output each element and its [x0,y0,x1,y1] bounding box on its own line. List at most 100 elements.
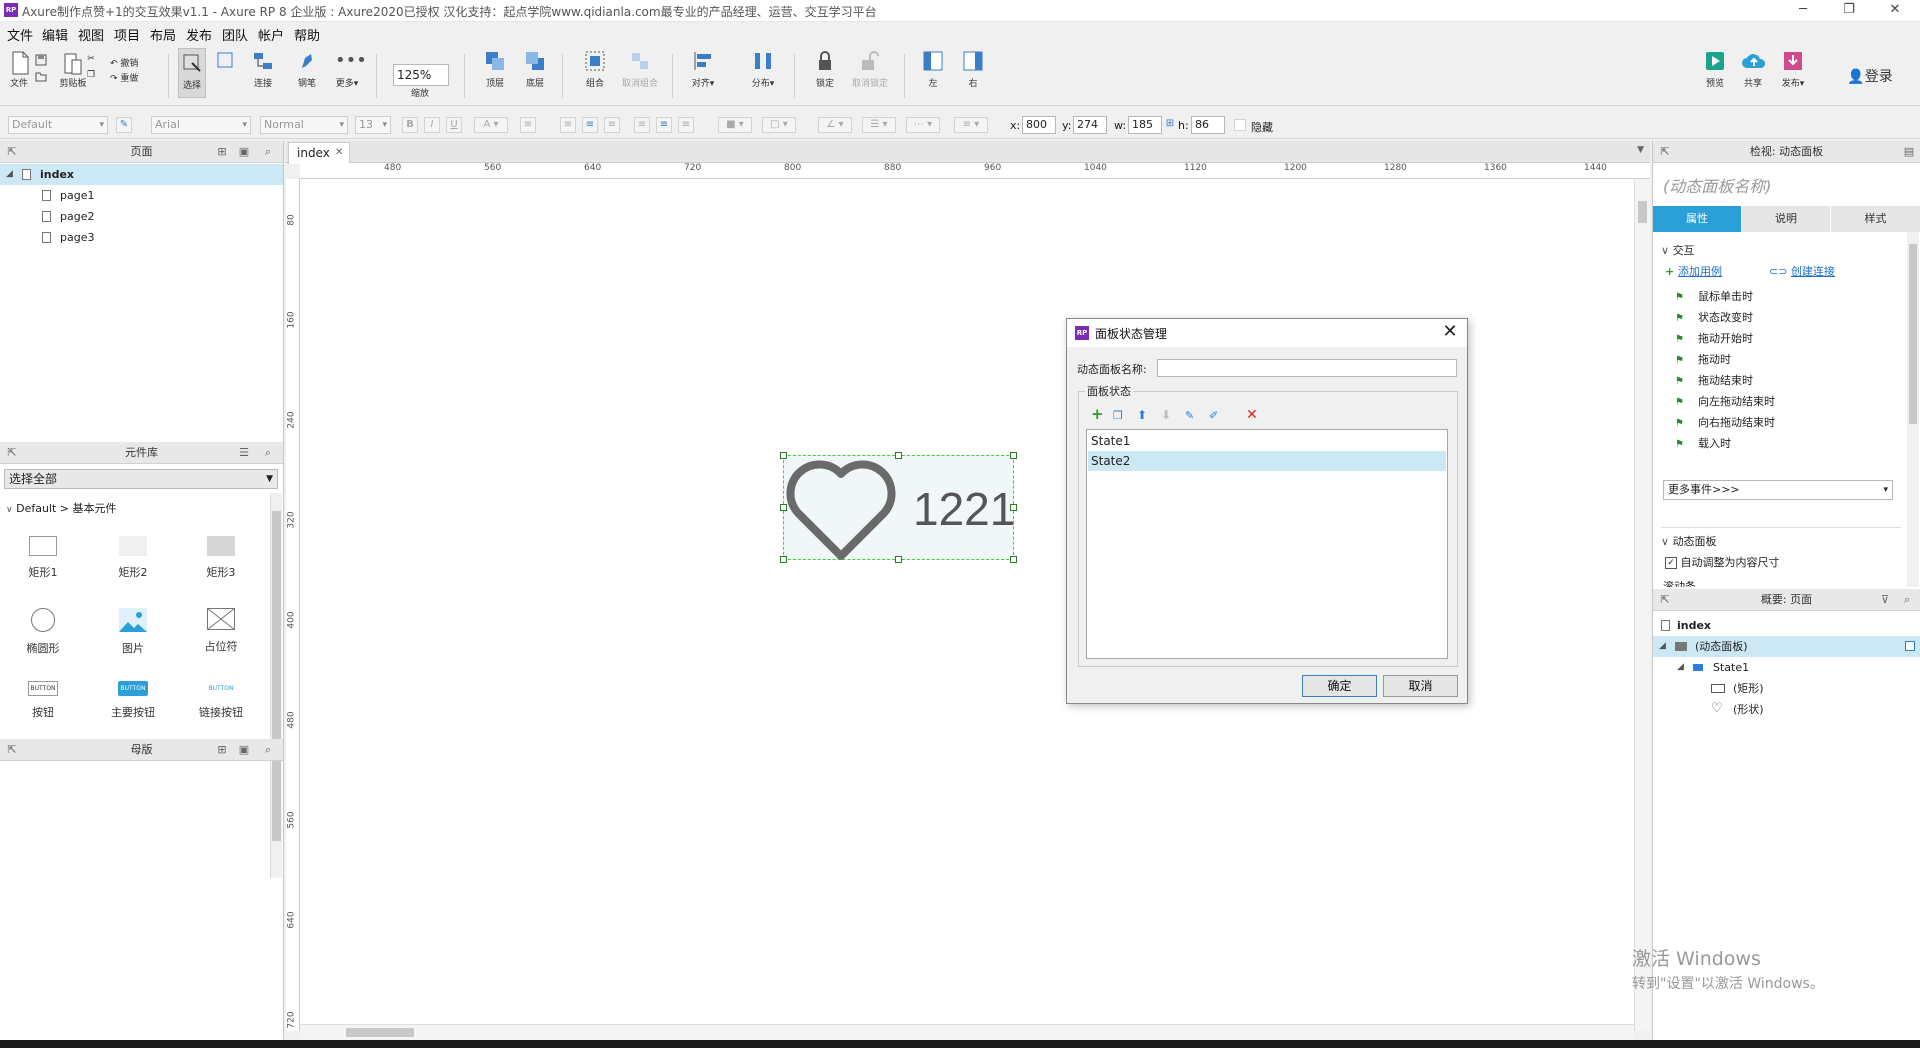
like-dynamic-panel[interactable]: 1221 [780,452,1017,563]
hidden-checkbox[interactable] [1234,119,1246,131]
close-tab-icon[interactable]: ✕ [335,143,343,163]
widget-primary-button[interactable]: BUTTON 主要按钮 [93,681,173,720]
publish-button[interactable]: 发布▾ [1778,50,1808,89]
aspect-lock-icon[interactable]: ⊞ [1164,117,1176,133]
login-button[interactable]: 👤登录 [1840,66,1900,86]
widget-rect1[interactable]: 矩形1 [3,536,83,580]
menu-edit[interactable]: 编辑 [42,25,68,44]
style-edit-icon[interactable]: ✎ [116,117,132,133]
search-icon[interactable]: ⌕ [1901,594,1913,606]
resize-handle[interactable] [1010,452,1017,459]
notes-icon[interactable]: ▤ [1903,146,1915,158]
widget-link-button[interactable]: BUTTON 链接按钮 [181,681,261,720]
undo-button[interactable]: ↶ 撤销 [110,56,150,69]
canvas-vertical-scrollbar[interactable] [1634,179,1650,1031]
add-case-link[interactable]: + 添加用例 [1665,263,1722,279]
select-button[interactable]: 选择 [178,48,206,98]
search-icon[interactable]: ⌕ [262,146,274,158]
panel-name-field[interactable]: (动态面板名称) [1663,173,1772,197]
send-to-back-button[interactable]: 底层 [520,50,550,89]
expand-arrow-icon[interactable]: ◢ [6,164,13,185]
valign-middle-icon[interactable]: ≡ [656,117,672,133]
outline-state1[interactable]: ◢ State1 [1653,657,1920,678]
search-icon[interactable]: ⌕ [262,447,274,459]
event-onload[interactable]: ⚑ 载入时 [1675,435,1731,451]
valign-bottom-icon[interactable]: ≡ [678,117,694,133]
state-item-state1[interactable]: State1 [1088,431,1446,451]
more-events-select[interactable]: 更多事件>>> ▾ [1663,480,1893,500]
bullet-list-icon[interactable]: ≡ [520,117,536,133]
lock-button[interactable]: 锁定 [810,50,840,89]
scroll-thumb[interactable] [1909,244,1917,424]
collapse-icon[interactable]: ⇱ [6,146,18,158]
resize-handle[interactable] [895,556,902,563]
page-item-index[interactable]: ◢ index [0,164,283,185]
minimize-icon[interactable]: ─ [1780,0,1826,22]
resize-handle[interactable] [895,452,902,459]
resize-handle[interactable] [780,504,787,511]
y-input[interactable]: 274 [1073,116,1107,134]
inspector-scrollbar[interactable] [1907,232,1919,587]
resize-handle[interactable] [1010,504,1017,511]
font-size-select[interactable]: 13 [355,116,391,134]
zoom-select[interactable]: 125% [393,64,449,86]
tab-index[interactable]: index ✕ [288,142,350,164]
canvas-horizontal-scrollbar[interactable] [300,1024,1634,1040]
menu-layout[interactable]: 布局 [150,25,176,44]
resize-handle[interactable] [780,556,787,563]
font-weight-select[interactable]: Normal [260,116,348,134]
shadow-icon[interactable]: □ ▾ [762,117,796,133]
collapse-icon[interactable]: ⇱ [1659,146,1671,158]
event-onclick[interactable]: ⚑ 鼠标单击时 [1675,288,1753,304]
align-left-icon[interactable]: ≡ [560,117,576,133]
close-dialog-icon[interactable]: ✕ [1439,321,1461,343]
menu-file[interactable]: 文件 [7,25,33,44]
dynamic-panel-section-header[interactable]: ∨ 动态面板 [1661,533,1717,549]
event-onswipeleft[interactable]: ⚑ 向左拖动结束时 [1675,393,1775,409]
library-scrollbar[interactable] [270,493,282,878]
bold-icon[interactable]: B [402,117,418,133]
outline-dynamic-panel[interactable]: ◢ (动态面板) [1653,636,1920,657]
duplicate-state-icon[interactable]: ❐ [1113,409,1123,422]
arrow-style-icon[interactable]: ≡ ▾ [954,117,988,133]
menu-help[interactable]: 帮助 [294,25,320,44]
close-window-icon[interactable]: ✕ [1872,0,1918,22]
add-master-icon[interactable]: ⊞ [216,744,228,756]
font-select[interactable]: Arial [151,116,251,134]
tab-style[interactable]: 样式 [1831,206,1920,232]
scroll-thumb[interactable] [1638,201,1647,223]
more-button[interactable]: ••• 更多▾ [332,50,367,89]
menu-team[interactable]: 团队 [222,25,248,44]
collapse-icon[interactable]: ⇱ [1659,594,1671,606]
widget-ellipse[interactable]: 椭圆形 [3,608,83,656]
move-down-icon[interactable]: ⬇ [1161,408,1171,422]
edit-all-states-icon[interactable]: ✐ [1209,409,1218,422]
scroll-thumb[interactable] [272,511,281,841]
widget-image[interactable]: 图片 [93,608,173,656]
unlock-button[interactable]: 取消锁定 [848,50,892,89]
menu-icon[interactable]: ☰ [238,447,250,459]
delete-state-icon[interactable]: ✕ [1246,407,1258,423]
ok-button[interactable]: 确定 [1302,675,1377,697]
text-color-icon[interactable]: A ▾ [474,117,508,133]
outline-page-index[interactable]: index [1653,615,1920,636]
library-filter-select[interactable]: 选择全部 ▼ [4,469,278,489]
expand-arrow-icon[interactable]: ◢ [1659,636,1666,657]
collapse-icon[interactable]: ⇱ [6,447,18,459]
left-panel-toggle[interactable]: 左 [918,50,948,89]
panel-name-input[interactable] [1157,359,1457,377]
redo-button[interactable]: ↷ 重做 [110,71,150,84]
resize-handle[interactable] [780,452,787,459]
save-icon[interactable] [34,54,48,69]
widget-button[interactable]: BUTTON 按钮 [3,681,83,720]
event-ondrag[interactable]: ⚑ 拖动时 [1675,351,1731,367]
page-item-page3[interactable]: page3 [0,227,283,248]
valign-top-icon[interactable]: ≡ [634,117,650,133]
expand-arrow-icon[interactable]: ◢ [1677,657,1684,678]
line-color-icon[interactable]: ∠ ▾ [818,117,852,133]
style-select[interactable]: Default [8,116,108,134]
library-group-header[interactable]: ∨ Default > 基本元件 [6,500,117,516]
page-item-page2[interactable]: page2 [0,206,283,227]
bring-to-front-button[interactable]: 顶层 [480,50,510,89]
distribute-button[interactable]: 分布▾ [748,50,778,89]
